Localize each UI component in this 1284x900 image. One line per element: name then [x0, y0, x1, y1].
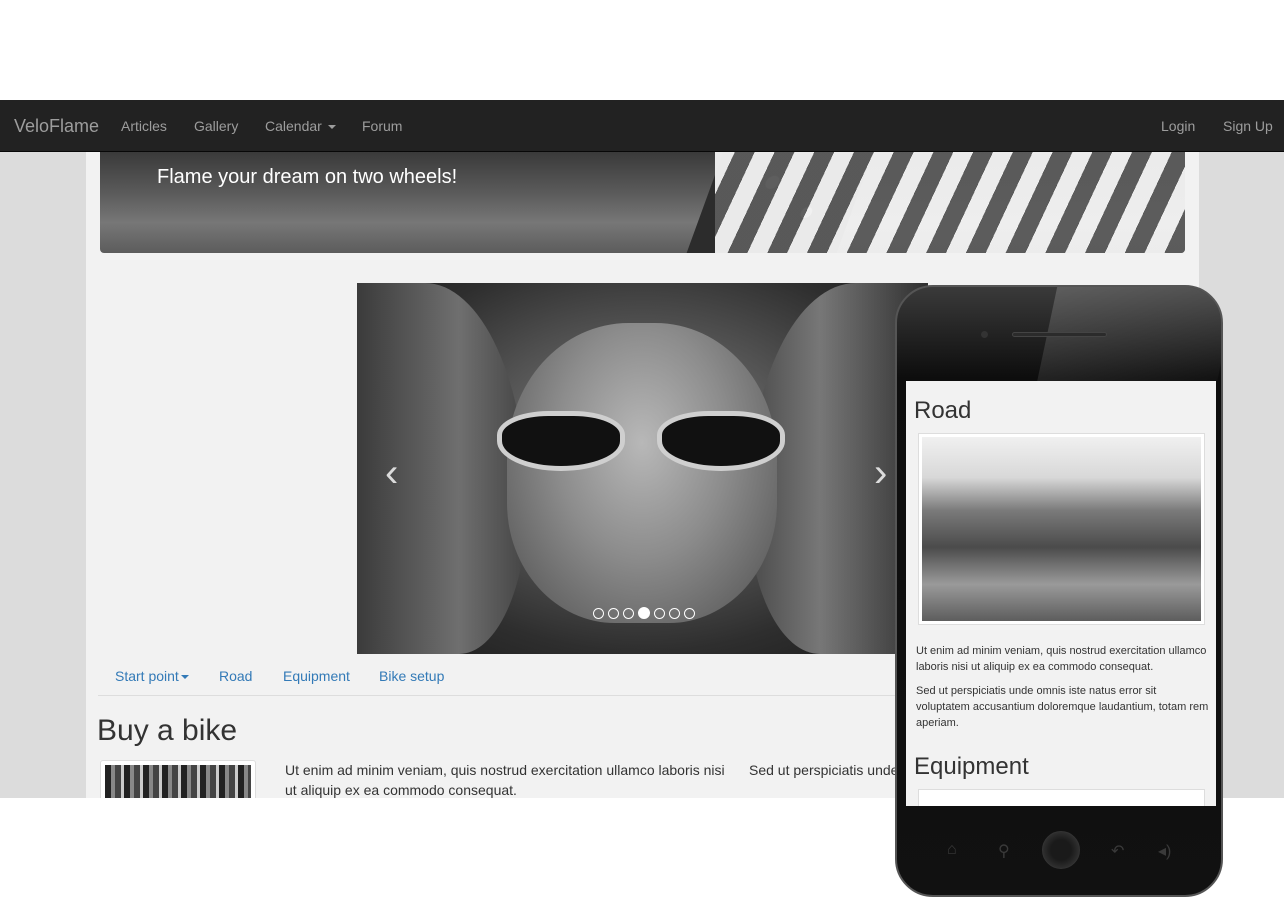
- caret-down-icon: [327, 125, 336, 130]
- phone-equipment-heading: Equipment: [914, 753, 1029, 780]
- phone-road-thumbnail[interactable]: [918, 433, 1205, 625]
- subnav-item-equipment[interactable]: Equipment: [283, 668, 350, 684]
- hero-banner: Flame your dream on two wheels!: [100, 152, 1185, 253]
- chevron-left-icon[interactable]: ‹: [385, 453, 398, 493]
- phone-road-paragraph-2: Sed ut perspiciatis unde omnis iste natu…: [916, 685, 1209, 729]
- phone-screen: Road Ut enim ad minim veniam, quis nostr…: [906, 381, 1216, 806]
- banner-tagline: Flame your dream on two wheels!: [157, 166, 458, 188]
- browser-viewport: Flame your dream on two wheels! ‹ › Star…: [0, 0, 1284, 900]
- carousel-indicator[interactable]: [654, 607, 665, 619]
- subnav-item-bike-setup[interactable]: Bike setup: [379, 668, 444, 684]
- mountain-road-image: [922, 437, 1201, 621]
- banner-stripes-image: [715, 152, 1185, 253]
- phone-equipment-thumbnail[interactable]: [918, 789, 1205, 806]
- phone-camera: [981, 331, 988, 338]
- back-icon: ↶: [1111, 843, 1125, 860]
- brand-logo[interactable]: VeloFlame: [14, 116, 99, 137]
- nav-item-sign-up[interactable]: Sign Up: [1223, 118, 1273, 134]
- volume-icon: ◂): [1158, 843, 1172, 860]
- carousel-indicator[interactable]: [623, 607, 634, 619]
- buy-paragraph-1: Ut enim ad minim veniam, quis nostrud ex…: [285, 762, 725, 798]
- right-lens: [657, 411, 785, 471]
- carousel-indicators: [593, 607, 695, 619]
- nav-item-label: Calendar: [265, 118, 322, 134]
- subnav-item-label: Start point: [115, 668, 179, 684]
- carousel-image-sunglasses: [497, 411, 797, 475]
- carousel-indicator[interactable]: [608, 607, 619, 619]
- subnav-item-road[interactable]: Road: [219, 668, 252, 684]
- phone-hardware-buttons: ⌂ ⚲ ↶ ◂): [897, 827, 1221, 875]
- carousel-indicator[interactable]: [684, 607, 695, 619]
- nav-item-login[interactable]: Login: [1161, 118, 1195, 134]
- nav-item-forum[interactable]: Forum: [362, 118, 402, 134]
- phone-road-heading: Road: [914, 397, 972, 424]
- left-lens: [497, 411, 625, 471]
- mobile-phone-mockup: Road Ut enim ad minim veniam, quis nostr…: [895, 285, 1223, 897]
- nav-item-gallery[interactable]: Gallery: [194, 118, 238, 134]
- search-icon: ⚲: [998, 843, 1010, 860]
- home-button: [1042, 831, 1080, 869]
- nav-item-calendar[interactable]: Calendar: [265, 118, 336, 134]
- carousel-indicator[interactable]: [593, 607, 604, 619]
- phone-speaker: [1012, 332, 1107, 337]
- caret-down-icon: [180, 675, 189, 680]
- carousel-indicator[interactable]: [669, 607, 680, 619]
- subnav-item-start-point[interactable]: Start point: [115, 668, 189, 684]
- chevron-right-icon[interactable]: ›: [874, 453, 887, 493]
- image-carousel[interactable]: ‹ ›: [357, 283, 928, 654]
- buy-paragraph-2: Sed ut perspiciatis unde omnis iste natu…: [749, 762, 899, 778]
- nav-item-articles[interactable]: Articles: [121, 118, 167, 134]
- home-icon: ⌂: [947, 841, 957, 858]
- buy-bike-heading: Buy a bike: [97, 714, 238, 747]
- phone-road-paragraph-1: Ut enim ad minim veniam, quis nostrud ex…: [916, 645, 1207, 673]
- top-navbar: VeloFlame Articles Gallery Calendar Foru…: [0, 100, 1284, 152]
- carousel-indicator-active[interactable]: [638, 607, 650, 619]
